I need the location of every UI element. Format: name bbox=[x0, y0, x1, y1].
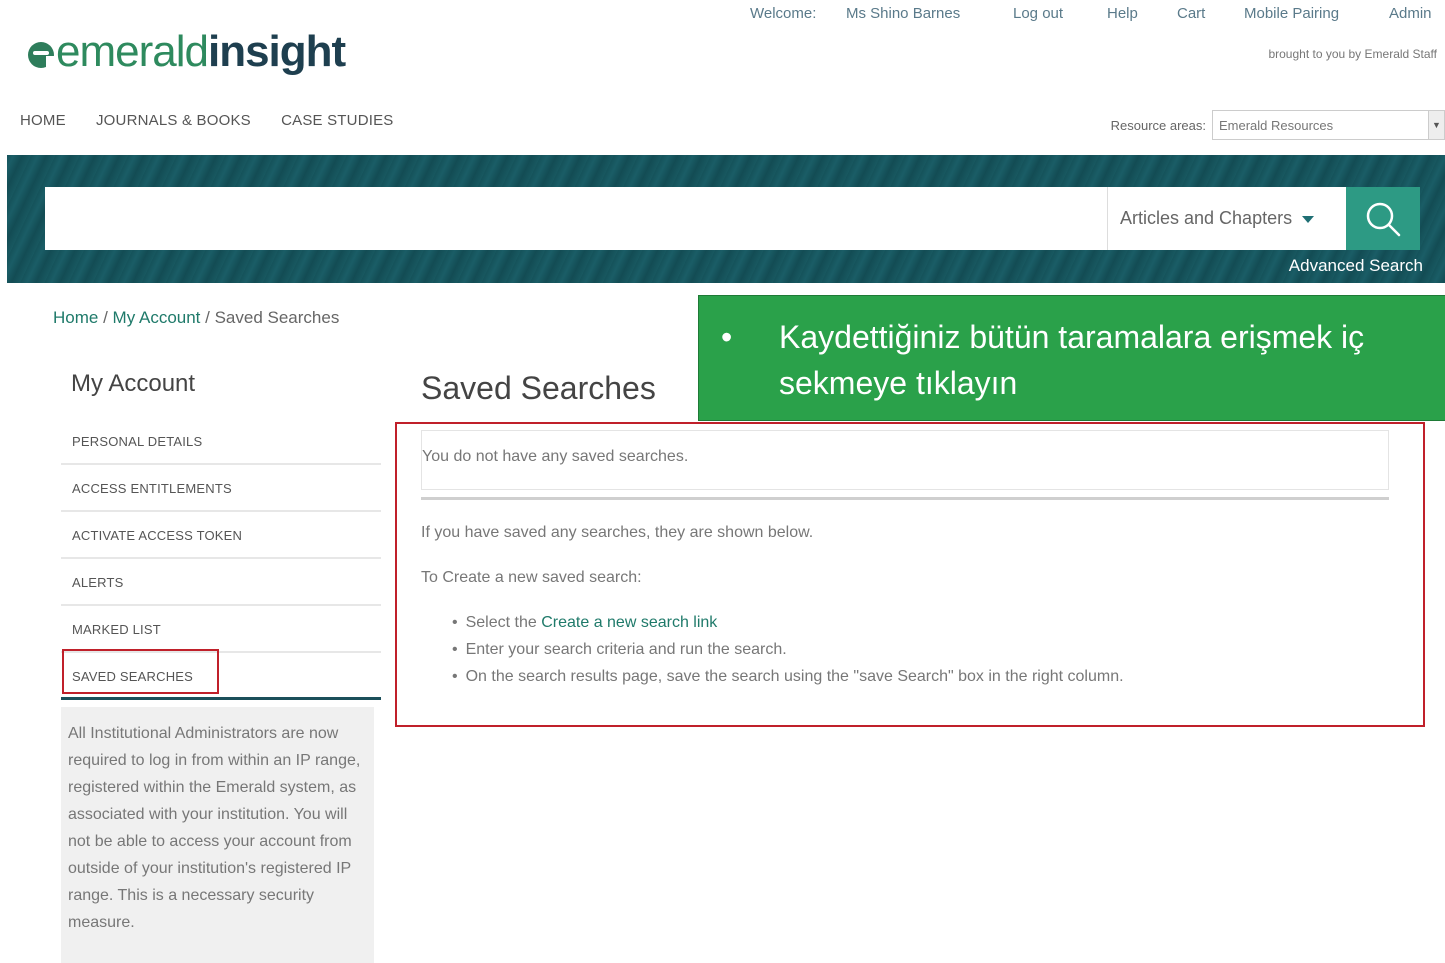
emerald-insight-logo[interactable]: emerald insight bbox=[28, 24, 346, 80]
logo-text-emerald: emerald bbox=[56, 27, 209, 76]
sidebar-item-activate-access-token[interactable]: ACTIVATE ACCESS TOKEN bbox=[61, 513, 381, 559]
welcome-label: Welcome: bbox=[750, 5, 817, 22]
my-account-heading: My Account bbox=[71, 370, 196, 397]
mobile-pairing-link[interactable]: Mobile Pairing bbox=[1244, 5, 1339, 22]
breadcrumb-home[interactable]: Home bbox=[53, 308, 98, 327]
advanced-search-link[interactable]: Advanced Search bbox=[1289, 256, 1423, 276]
sidebar-item-marked-list[interactable]: MARKED LIST bbox=[61, 607, 381, 653]
breadcrumb: Home / My Account / Saved Searches bbox=[53, 308, 339, 328]
sidebar-item-alerts[interactable]: ALERTS bbox=[61, 560, 381, 606]
breadcrumb-separator: / bbox=[98, 308, 113, 327]
resource-areas-select[interactable]: Emerald Resources ▼ bbox=[1212, 110, 1445, 140]
tutorial-callout: • Kaydettiğiniz bütün taramalara erişmek… bbox=[698, 295, 1445, 421]
search-scope-label: Articles and Chapters bbox=[1120, 208, 1293, 228]
breadcrumb-current: Saved Searches bbox=[214, 308, 340, 327]
search-icon bbox=[1366, 202, 1401, 236]
nav-home[interactable]: HOME bbox=[20, 112, 66, 129]
sidebar-item-personal-details[interactable]: PERSONAL DETAILS bbox=[61, 419, 381, 465]
callout-line-1: Kaydettiğiniz bütün taramalara erişmek i… bbox=[779, 319, 1365, 355]
resource-areas: Resource areas: Emerald Resources ▼ bbox=[1111, 110, 1445, 140]
sidebar-item-access-entitlements[interactable]: ACCESS ENTITLEMENTS bbox=[61, 466, 381, 512]
cart-link[interactable]: Cart bbox=[1177, 5, 1205, 22]
caret-down-icon bbox=[1302, 215, 1315, 223]
resource-areas-label: Resource areas: bbox=[1110, 117, 1206, 133]
main-nav: HOME JOURNALS & BOOKS CASE STUDIES bbox=[20, 112, 420, 129]
search-button[interactable] bbox=[1346, 187, 1420, 250]
breadcrumb-separator: / bbox=[200, 308, 215, 327]
content-highlight-frame bbox=[395, 422, 1425, 727]
breadcrumb-my-account[interactable]: My Account bbox=[113, 308, 201, 327]
page-title: Saved Searches bbox=[421, 370, 656, 406]
chevron-down-icon[interactable]: ▼ bbox=[1428, 111, 1444, 139]
help-link[interactable]: Help bbox=[1107, 5, 1138, 22]
user-name-link[interactable]: Ms Shino Barnes bbox=[846, 5, 960, 22]
saved-searches-highlight-frame bbox=[62, 649, 219, 694]
admin-link[interactable]: Admin bbox=[1389, 5, 1432, 22]
callout-line-2: sekmeye tıklayın bbox=[779, 365, 1018, 401]
search-input[interactable] bbox=[45, 187, 1107, 250]
logo-text-insight: insight bbox=[207, 27, 346, 76]
callout-bullet: • bbox=[721, 319, 733, 355]
logout-link[interactable]: Log out bbox=[1013, 5, 1063, 22]
emerald-logo-icon bbox=[28, 42, 56, 68]
nav-journals-books[interactable]: JOURNALS & BOOKS bbox=[96, 112, 251, 129]
resource-areas-value: Emerald Resources bbox=[1219, 118, 1334, 133]
brought-to-you-by: brought to you by Emerald Staff bbox=[1268, 47, 1437, 61]
admin-ip-notice: All Institutional Administrators are now… bbox=[61, 707, 374, 963]
search-scope-dropdown[interactable]: Articles and Chapters bbox=[1107, 187, 1346, 250]
nav-case-studies[interactable]: CASE STUDIES bbox=[281, 112, 393, 129]
